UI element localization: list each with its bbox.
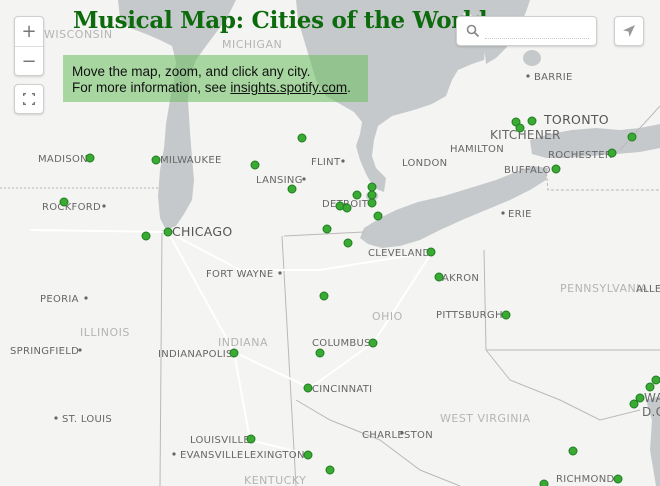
info-instructions: Move the map, zoom, and click any city. (72, 64, 311, 79)
city-dot[interactable] (373, 211, 383, 221)
city-label-milwaukee: MILWAUKEE (160, 155, 222, 166)
city-dot[interactable] (342, 203, 352, 213)
city-dot[interactable] (527, 116, 537, 126)
city-label-madison: MADISON (38, 154, 88, 165)
city-dot[interactable] (426, 247, 436, 257)
city-label-rochester: ROCHESTER (548, 150, 612, 161)
city-dot[interactable] (613, 474, 623, 484)
city-label-kitchener: KITCHENER (490, 128, 561, 142)
city-dot[interactable] (434, 272, 444, 282)
city-label-flint: FLINT (311, 157, 341, 168)
label-indiana: INDIANA (218, 336, 268, 349)
city-label-columbus: COLUMBUS (312, 338, 371, 349)
city-dot[interactable] (367, 198, 377, 208)
city-label-st-louis: ST. LOUIS (62, 414, 112, 425)
city-label-rockford: ROCKFORD (42, 202, 101, 213)
city-dot[interactable] (229, 348, 239, 358)
city-dot[interactable] (501, 310, 511, 320)
zoom-control: + − (14, 16, 44, 76)
city-label-cincinnati: CINCINNATI (312, 384, 372, 395)
city-label-wa: WA (644, 391, 660, 405)
info-panel: Move the map, zoom, and click any city. … (63, 55, 368, 102)
city-label-springfield: SPRINGFIELD (10, 346, 79, 357)
city-dot[interactable] (568, 446, 578, 456)
city-label-chicago: CHICAGO (172, 224, 233, 239)
city-dot[interactable] (246, 434, 256, 444)
city-label-lexington: LEXINGTON (244, 450, 305, 461)
label-pennsylvania: PENNSYLVANIA (560, 282, 648, 295)
search-box[interactable] (456, 16, 597, 46)
city-dot[interactable] (539, 479, 549, 486)
fullscreen-icon (23, 93, 35, 105)
city-dot[interactable] (368, 338, 378, 348)
city-dot[interactable] (85, 153, 95, 163)
city-dot[interactable] (322, 224, 332, 234)
label-ohio: OHIO (372, 310, 403, 323)
city-dot[interactable] (315, 348, 325, 358)
city-dot[interactable] (325, 465, 335, 475)
city-label-hamilton: HAMILTON (450, 144, 504, 155)
city-dot[interactable] (645, 382, 655, 392)
city-label-louisville: LOUISVILLE (190, 435, 250, 446)
city-label-dc: D.C (642, 405, 660, 419)
city-label-charleston: CHARLESTON (362, 430, 433, 441)
city-dot[interactable] (319, 291, 329, 301)
city-label-pittsburgh: PITTSBURGH (436, 310, 503, 321)
city-label-richmond: RICHMOND (556, 474, 614, 485)
city-dot[interactable] (250, 160, 260, 170)
label-michigan: MICHIGAN (222, 38, 282, 51)
city-dot[interactable] (367, 190, 377, 200)
zoom-out-button[interactable]: − (15, 46, 43, 76)
city-label-lansing: LANSING (256, 175, 303, 186)
info-suffix: . (347, 80, 351, 95)
city-dot[interactable] (141, 231, 151, 241)
label-kentucky: KENTUCKY (244, 474, 306, 486)
city-dot[interactable] (303, 383, 313, 393)
city-label-erie: ERIE (508, 209, 532, 220)
city-label-alle: ALLE (636, 284, 660, 295)
city-label-peoria: PEORIA (40, 294, 79, 305)
city-label-toronto: TORONTO (543, 112, 609, 127)
info-prefix: For more information, see (72, 80, 231, 95)
city-label-fort-wayne: FORT WAYNE (206, 269, 273, 280)
city-dot[interactable] (59, 197, 69, 207)
city-dot[interactable] (515, 123, 525, 133)
city-dot[interactable] (151, 155, 161, 165)
city-label-buffalo: BUFFALO (504, 165, 551, 176)
page-title: Musical Map: Cities of the World (73, 7, 488, 34)
city-dot[interactable] (343, 238, 353, 248)
fullscreen-button[interactable] (14, 84, 44, 114)
city-dot[interactable] (551, 164, 561, 174)
label-west-virginia: WEST VIRGINIA (440, 412, 531, 425)
city-dot[interactable] (287, 184, 297, 194)
city-dot[interactable] (651, 375, 660, 385)
city-label-indianapolis: INDIANAPOLIS (158, 349, 233, 360)
search-input[interactable] (485, 23, 589, 39)
city-dot[interactable] (635, 393, 645, 403)
city-dot[interactable] (627, 132, 637, 142)
label-illinois: ILLINOIS (80, 326, 130, 339)
city-dot[interactable] (367, 182, 377, 192)
insights-link[interactable]: insights.spotify.com (230, 80, 347, 95)
city-label-evansville: EVANSVILLE (180, 450, 243, 461)
city-dot[interactable] (297, 133, 307, 143)
zoom-in-button[interactable]: + (15, 17, 43, 46)
city-label-london: LONDON (402, 158, 447, 169)
city-dot[interactable] (163, 227, 173, 237)
lake-simcoe (523, 50, 541, 66)
city-dot[interactable] (303, 450, 313, 460)
city-dot[interactable] (607, 148, 617, 158)
search-icon (466, 24, 480, 38)
city-dot[interactable] (629, 399, 639, 409)
city-dot[interactable] (352, 190, 362, 200)
city-label-cleveland: CLEVELAND (368, 248, 431, 259)
city-label-barrie: BARRIE (534, 72, 573, 83)
city-label-akron: AKRON (442, 273, 479, 284)
share-location-button[interactable] (614, 16, 644, 46)
locate-arrow-icon (623, 25, 635, 37)
